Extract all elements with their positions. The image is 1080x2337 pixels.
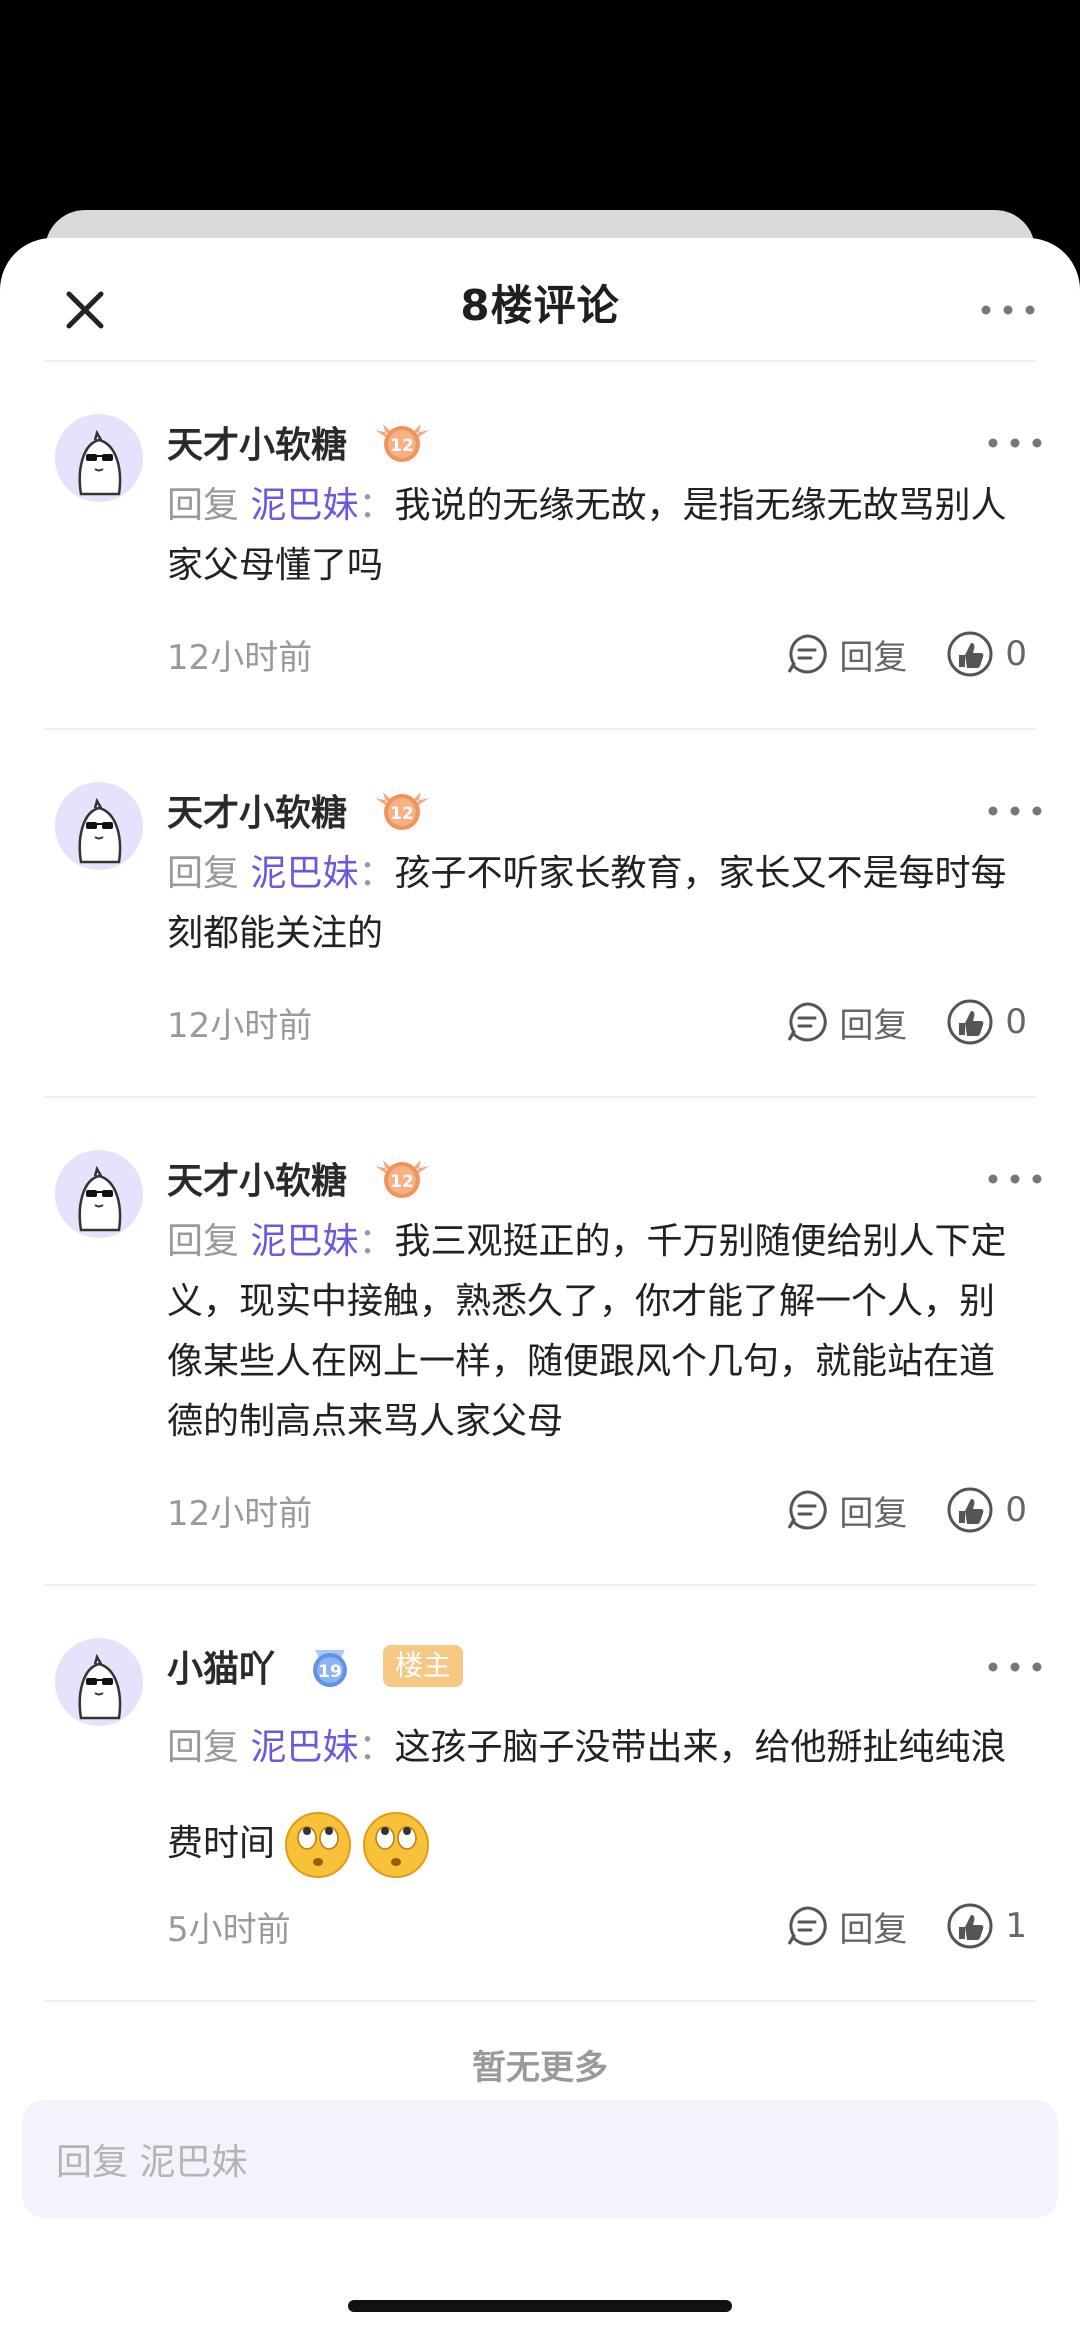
reply-input-placeholder: 回复 泥巴妹 bbox=[56, 2142, 248, 2183]
reply-prefix: 回复 bbox=[167, 485, 251, 526]
reply-label: 回复 bbox=[839, 1493, 908, 1534]
comment-sheet: 8楼评论 天才小软糖 12 回复 泥巴妹：我说的无缘无故，是指无缘无故骂别人家父… bbox=[0, 238, 1080, 2337]
comment-text: 回复 泥巴妹：我三观挺正的，千万别随便给别人下定义，现实中接触，熟悉久了，你才能… bbox=[167, 1212, 1025, 1452]
avatar[interactable] bbox=[55, 414, 143, 502]
reply-target-link[interactable]: 泥巴妹 bbox=[250, 1727, 358, 1768]
comment-more-icon[interactable] bbox=[985, 434, 1045, 452]
reply-button[interactable]: 回复 bbox=[785, 630, 907, 679]
comment-item: 天才小软糖 12 回复 泥巴妹：孩子不听家长教育，家长又不是每时每刻都能关注的 bbox=[0, 730, 1080, 1096]
comment-item: 天才小软糖 12 回复 泥巴妹：我说的无缘无故，是指无缘无故骂别人家父母懂了吗 bbox=[0, 362, 1080, 728]
avatar[interactable] bbox=[55, 782, 143, 870]
reply-input[interactable]: 回复 泥巴妹 bbox=[22, 2100, 1058, 2218]
level-badge: 12 bbox=[371, 1152, 433, 1204]
reply-label: 回复 bbox=[839, 1005, 908, 1046]
reply-prefix: 回复 bbox=[167, 853, 251, 894]
avatar[interactable] bbox=[55, 1150, 143, 1238]
divider bbox=[44, 2000, 1036, 2002]
comment-text: 回复 泥巴妹：我说的无缘无故，是指无缘无故骂别人家父母懂了吗 bbox=[167, 476, 1025, 596]
owner-badge: 楼主 bbox=[383, 1645, 464, 1687]
thumbs-up-icon bbox=[947, 1903, 993, 1949]
username[interactable]: 小猫吖 bbox=[167, 1640, 275, 1692]
more-options-icon[interactable] bbox=[978, 298, 1038, 322]
avatar-image bbox=[55, 414, 143, 502]
thumbs-up-icon bbox=[947, 1487, 993, 1533]
level-number: 12 bbox=[390, 436, 414, 456]
reply-icon bbox=[788, 634, 828, 674]
reply-button[interactable]: 回复 bbox=[785, 1902, 907, 1951]
like-button[interactable]: 0 bbox=[947, 1487, 1027, 1533]
comment-text: 回复 泥巴妹：孩子不听家长教育，家长又不是每时每刻都能关注的 bbox=[167, 844, 1025, 964]
comment-more-icon[interactable] bbox=[985, 1170, 1045, 1188]
rolling-eyes-emoji-icon bbox=[285, 1812, 352, 1878]
level-badge: 19 bbox=[299, 1640, 361, 1692]
reply-prefix: 回复 bbox=[167, 1221, 251, 1262]
comment-item: 天才小软糖 12 回复 泥巴妹：我三观挺正的，千万别随便给别人下定义，现实中接触… bbox=[0, 1098, 1080, 1584]
level-number: 19 bbox=[318, 1662, 342, 1682]
reply-colon: ： bbox=[358, 853, 395, 894]
username[interactable]: 天才小软糖 bbox=[167, 1152, 347, 1204]
timestamp: 12小时前 bbox=[167, 1493, 313, 1534]
reply-icon bbox=[788, 1490, 828, 1530]
avatar-image bbox=[55, 1638, 143, 1726]
reply-target-link[interactable]: 泥巴妹 bbox=[250, 485, 358, 526]
reply-target-link[interactable]: 泥巴妹 bbox=[250, 1221, 358, 1262]
comment-text: 回复 泥巴妹：这孩子脑子没带出来，给他掰扯纯纯浪费时间 bbox=[167, 1700, 1025, 1892]
username[interactable]: 天才小软糖 bbox=[167, 784, 347, 836]
page-title: 8楼评论 bbox=[460, 281, 620, 330]
level-number: 12 bbox=[390, 1172, 414, 1192]
username[interactable]: 天才小软糖 bbox=[167, 416, 347, 468]
reply-colon: ： bbox=[358, 1221, 395, 1262]
sheet-header: 8楼评论 bbox=[0, 238, 1080, 360]
level-badge: 12 bbox=[371, 784, 433, 836]
reply-colon: ： bbox=[358, 485, 395, 526]
reply-label: 回复 bbox=[839, 637, 908, 678]
home-indicator bbox=[348, 2300, 732, 2312]
timestamp: 12小时前 bbox=[167, 637, 313, 678]
like-button[interactable]: 0 bbox=[947, 999, 1027, 1045]
like-button[interactable]: 0 bbox=[947, 631, 1027, 677]
no-more-label: 暂无更多 bbox=[472, 2048, 608, 2088]
avatar-image bbox=[55, 1150, 143, 1238]
level-badge: 12 bbox=[371, 416, 433, 468]
reply-icon bbox=[788, 1002, 828, 1042]
like-count: 0 bbox=[1005, 1002, 1027, 1042]
like-count: 1 bbox=[1005, 1906, 1027, 1946]
avatar[interactable] bbox=[55, 1638, 143, 1726]
reply-label: 回复 bbox=[839, 1909, 908, 1950]
comment-more-icon[interactable] bbox=[985, 802, 1045, 820]
timestamp: 12小时前 bbox=[167, 1005, 313, 1046]
like-count: 0 bbox=[1005, 634, 1027, 674]
rolling-eyes-emoji-icon bbox=[363, 1812, 430, 1878]
avatar-image bbox=[55, 782, 143, 870]
thumbs-up-icon bbox=[947, 999, 993, 1045]
reply-button[interactable]: 回复 bbox=[785, 1486, 907, 1535]
thumbs-up-icon bbox=[947, 631, 993, 677]
reply-prefix: 回复 bbox=[167, 1727, 251, 1768]
reply-target-link[interactable]: 泥巴妹 bbox=[250, 853, 358, 894]
like-button[interactable]: 1 bbox=[947, 1903, 1027, 1949]
comment-more-icon[interactable] bbox=[985, 1658, 1045, 1676]
reply-button[interactable]: 回复 bbox=[785, 998, 907, 1047]
comment-item: 小猫吖 19 楼主 回复 泥巴妹：这孩子脑子没带出来，给他掰扯纯纯浪费时间 5小… bbox=[0, 1586, 1080, 2000]
like-count: 0 bbox=[1005, 1490, 1027, 1530]
level-number: 12 bbox=[390, 804, 414, 824]
reply-colon: ： bbox=[358, 1727, 395, 1768]
reply-icon bbox=[788, 1906, 828, 1946]
timestamp: 5小时前 bbox=[167, 1909, 291, 1950]
